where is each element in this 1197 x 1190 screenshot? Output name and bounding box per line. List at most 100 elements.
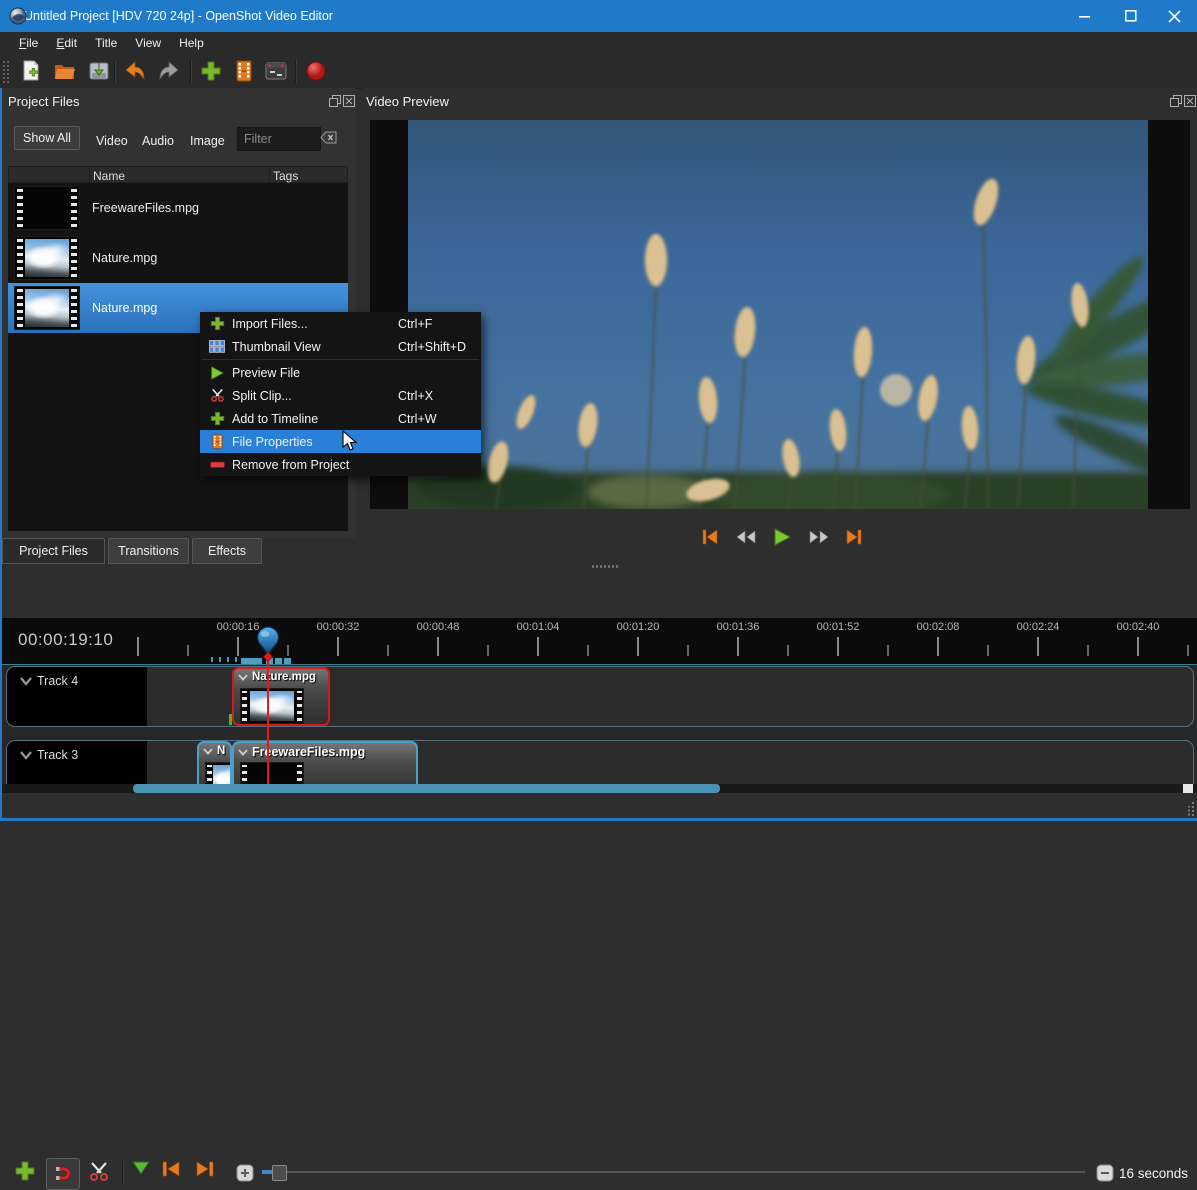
ruler-clip-mark: [235, 657, 237, 662]
file-thumbnail-film-icon: [14, 186, 80, 230]
add-marker-button[interactable]: [131, 1160, 151, 1176]
toolbar-separator: [295, 59, 296, 83]
undo-button[interactable]: [122, 58, 148, 84]
menu-view[interactable]: View: [126, 34, 170, 52]
file-name: Nature.mpg: [92, 301, 157, 315]
context-menu-item-preview-file[interactable]: Preview File: [200, 361, 481, 384]
redo-button[interactable]: [156, 58, 182, 84]
razor-tool-button[interactable]: [88, 1160, 110, 1182]
ruler-label: 00:00:48: [408, 621, 468, 633]
open-project-button[interactable]: [52, 58, 78, 84]
fullscreen-button[interactable]: [263, 58, 289, 84]
tab-project-files[interactable]: Project Files: [2, 538, 105, 564]
project-files-panel-title: Project Files: [8, 94, 80, 109]
new-project-button[interactable]: [18, 58, 44, 84]
window-title: Untitled Project [HDV 720 24p] - OpenSho…: [24, 9, 333, 23]
file-row[interactable]: FreewareFiles.mpg: [8, 183, 348, 233]
file-list-header: Name Tags: [8, 166, 348, 183]
context-menu-item-split-clip[interactable]: Split Clip...Ctrl+X: [200, 384, 481, 407]
filter-video-tab[interactable]: Video: [88, 130, 136, 152]
menu-bar: File Edit Title View Help: [0, 32, 1197, 53]
filter-show-all-tab[interactable]: Show All: [14, 126, 80, 150]
chevron-down-icon[interactable]: [19, 675, 33, 689]
file-row[interactable]: Nature.mpg: [8, 233, 348, 283]
export-video-button[interactable]: [303, 58, 329, 84]
timeline-clip[interactable]: FreewareFiles.mpg: [232, 741, 418, 784]
ruler-label: 00:01:52: [808, 621, 868, 633]
remove-icon: [208, 457, 226, 473]
column-tags[interactable]: Tags: [273, 169, 298, 183]
ruler-clip-mark: [211, 657, 213, 662]
close-button[interactable]: [1151, 0, 1197, 32]
column-name[interactable]: Name: [93, 169, 125, 183]
zoom-slider-handle[interactable]: [272, 1165, 287, 1181]
plus-icon: [208, 411, 226, 427]
filter-audio-tab[interactable]: Audio: [134, 130, 182, 152]
import-files-button[interactable]: [198, 58, 224, 84]
clip-thumbnail-film-icon: [240, 688, 304, 724]
previous-marker-button[interactable]: [161, 1160, 181, 1178]
context-menu-item-remove-from-project[interactable]: Remove from Project: [200, 453, 481, 476]
context-menu-item-thumbnail-view[interactable]: Thumbnail ViewCtrl+Shift+D: [200, 335, 481, 358]
main-toolbar: [0, 53, 1197, 89]
context-menu-item-file-properties[interactable]: File Properties: [200, 430, 481, 453]
chevron-down-icon[interactable]: [19, 749, 33, 763]
ruler-label: 00:02:08: [908, 621, 968, 633]
tab-transitions[interactable]: Transitions: [108, 538, 189, 564]
zoom-slider-track[interactable]: [262, 1171, 1085, 1173]
menu-title[interactable]: Title: [86, 34, 126, 52]
playhead-line: [267, 659, 269, 784]
context-menu-separator: [202, 359, 479, 360]
maximize-button[interactable]: [1108, 0, 1154, 32]
window-resize-grip[interactable]: [1183, 800, 1195, 816]
ruler-clip-mark: [227, 657, 229, 662]
playhead-marker[interactable]: [254, 626, 282, 664]
menu-edit[interactable]: Edit: [47, 34, 86, 52]
ruler-label: 00:02:40: [1108, 621, 1168, 633]
zoom-in-button[interactable]: [236, 1164, 254, 1182]
track-row: Track 3: [6, 740, 1194, 784]
clear-filter-icon[interactable]: [320, 131, 337, 147]
toolbar-drag-handle[interactable]: [3, 59, 9, 83]
context-menu-item-import-files[interactable]: Import Files...Ctrl+F: [200, 312, 481, 335]
float-panel-icon[interactable]: [329, 95, 341, 110]
window-border: [0, 88, 2, 821]
ruler-label: 00:01:36: [708, 621, 768, 633]
filter-image-tab[interactable]: Image: [182, 130, 233, 152]
jump-start-button[interactable]: [702, 529, 718, 548]
float-panel-icon[interactable]: [1170, 95, 1182, 110]
jump-end-button[interactable]: [846, 529, 862, 548]
timeline-tracks-area[interactable]: Track 4 Track 3 N FreewareFiles.mpg Natu…: [0, 665, 1197, 784]
menu-file[interactable]: File: [10, 34, 47, 52]
close-panel-icon[interactable]: [1184, 95, 1196, 110]
file-name: Nature.mpg: [92, 251, 157, 265]
context-menu-item-add-to-timeline[interactable]: Add to TimelineCtrl+W: [200, 407, 481, 430]
timeline-ruler[interactable]: 00:00:19:10 00:00:16 00:00:32 00:00:48 0…: [0, 618, 1197, 664]
close-panel-icon[interactable]: [343, 95, 355, 110]
tab-effects[interactable]: Effects: [192, 538, 262, 564]
panel-splitter-handle[interactable]: [592, 565, 618, 568]
fast-forward-button[interactable]: [809, 530, 829, 547]
timeline-clip-selected[interactable]: Nature.mpg: [232, 667, 330, 726]
video-preview-panel-title: Video Preview: [366, 94, 449, 109]
filter-input[interactable]: [237, 127, 321, 151]
scrollbar-corner: [1183, 784, 1193, 793]
timeline-clip-partial[interactable]: N: [197, 741, 232, 784]
video-preview-panel: Video Preview: [362, 88, 1197, 578]
timeline-zoom-label: 16 seconds: [1119, 1166, 1188, 1181]
minimize-button[interactable]: [1062, 0, 1108, 32]
file-thumbnail-film-icon: [14, 286, 80, 330]
timeline-hscroll-thumb[interactable]: [133, 784, 720, 793]
mouse-cursor: [342, 430, 358, 452]
snapping-toggle-button[interactable]: [46, 1158, 80, 1190]
save-project-button[interactable]: [86, 58, 112, 84]
rewind-button[interactable]: [736, 530, 756, 547]
play-button[interactable]: [773, 528, 791, 549]
app-logo-icon: [9, 7, 27, 28]
zoom-out-button[interactable]: [1096, 1164, 1114, 1182]
choose-profile-button[interactable]: [231, 58, 257, 84]
menu-help[interactable]: Help: [170, 34, 213, 52]
toolbar-separator: [114, 59, 115, 83]
next-marker-button[interactable]: [195, 1160, 215, 1178]
add-track-button[interactable]: [14, 1160, 36, 1182]
